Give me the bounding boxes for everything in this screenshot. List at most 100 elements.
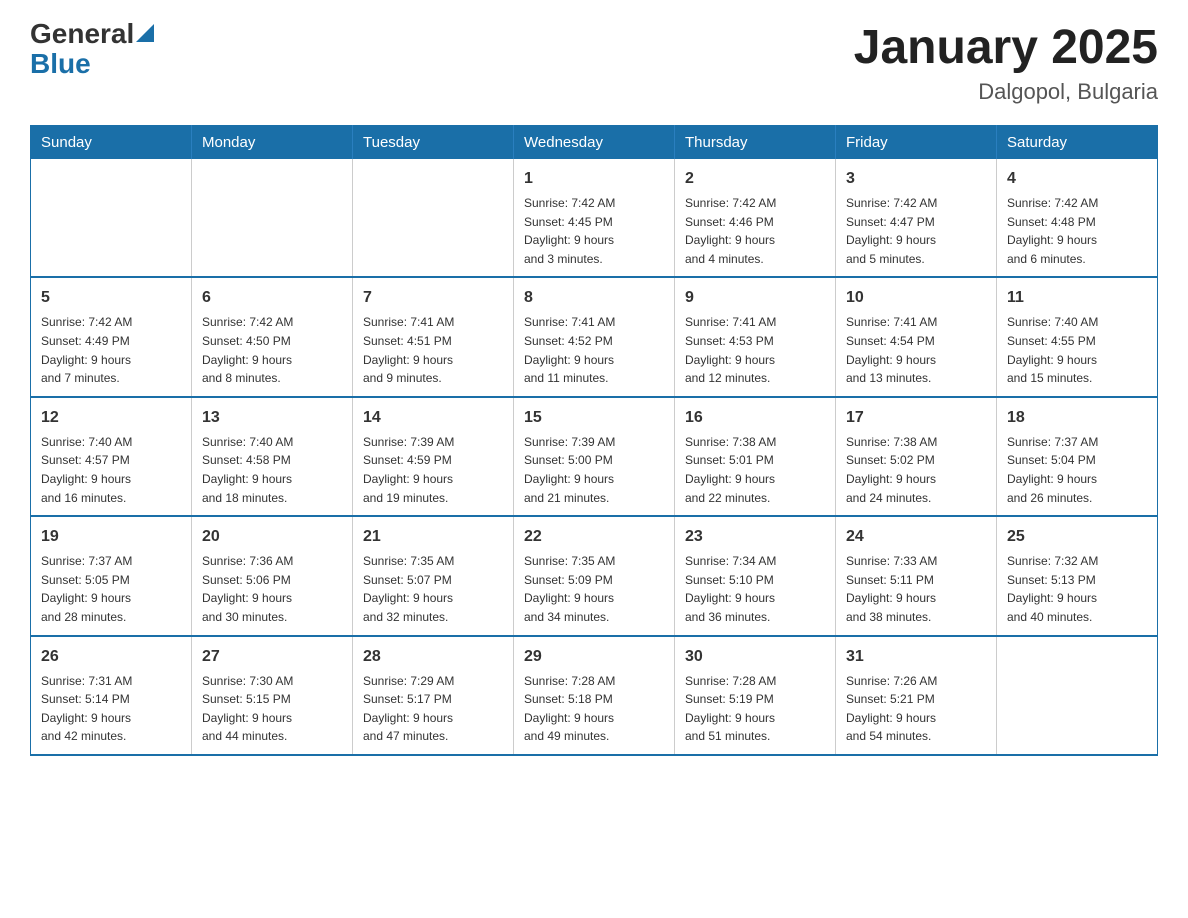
day-number: 12 bbox=[41, 406, 181, 430]
day-number: 15 bbox=[524, 406, 664, 430]
weekday-header-monday: Monday bbox=[192, 126, 353, 160]
day-info: Sunrise: 7:35 AM Sunset: 5:07 PM Dayligh… bbox=[363, 552, 503, 626]
day-number: 29 bbox=[524, 645, 664, 669]
day-info: Sunrise: 7:42 AM Sunset: 4:46 PM Dayligh… bbox=[685, 194, 825, 268]
calendar-cell: 13Sunrise: 7:40 AM Sunset: 4:58 PM Dayli… bbox=[192, 397, 353, 516]
calendar-cell: 30 Sunrise: 7:28 AM Sunset: 5:19 PM Dayli… bbox=[675, 636, 836, 755]
calendar-cell: 31 Sunrise: 7:26 AM Sunset: 5:21 PM Dayli… bbox=[836, 636, 997, 755]
day-number: 7 bbox=[363, 286, 503, 310]
day-number: 9 bbox=[685, 286, 825, 310]
calendar-cell: 21 Sunrise: 7:35 AM Sunset: 5:07 PM Dayli… bbox=[353, 516, 514, 635]
calendar-cell: 15 Sunrise: 7:39 AM Sunset: 5:00 PM Dayli… bbox=[514, 397, 675, 516]
calendar-table: SundayMondayTuesdayWednesdayThursdayFrid… bbox=[30, 125, 1158, 756]
weekday-header-thursday: Thursday bbox=[675, 126, 836, 160]
weekday-header-friday: Friday bbox=[836, 126, 997, 160]
calendar-cell: 24 Sunrise: 7:33 AM Sunset: 5:11 PM Dayli… bbox=[836, 516, 997, 635]
day-info: Sunrise: 7:31 AM Sunset: 5:14 PM Dayligh… bbox=[41, 672, 181, 746]
weekday-header-row: SundayMondayTuesdayWednesdayThursdayFrid… bbox=[31, 126, 1158, 160]
day-info: Sunrise: 7:42 AM Sunset: 4:49 PM Dayligh… bbox=[41, 313, 181, 387]
day-info: Sunrise: 7:29 AM Sunset: 5:17 PM Dayligh… bbox=[363, 672, 503, 746]
calendar-cell bbox=[192, 159, 353, 277]
day-info: Sunrise: 7:41 AM Sunset: 4:52 PM Dayligh… bbox=[524, 313, 664, 387]
title-block: January 2025 Dalgopol, Bulgaria bbox=[854, 20, 1158, 105]
day-number: 24 bbox=[846, 525, 986, 549]
calendar-cell: 25 Sunrise: 7:32 AM Sunset: 5:13 PM Dayli… bbox=[997, 516, 1158, 635]
day-number: 30 bbox=[685, 645, 825, 669]
weekday-header-wednesday: Wednesday bbox=[514, 126, 675, 160]
calendar-subtitle: Dalgopol, Bulgaria bbox=[854, 79, 1158, 105]
day-info: Sunrise: 7:36 AM Sunset: 5:06 PM Dayligh… bbox=[202, 552, 342, 626]
calendar-cell bbox=[997, 636, 1158, 755]
calendar-cell: 14 Sunrise: 7:39 AM Sunset: 4:59 PM Dayli… bbox=[353, 397, 514, 516]
day-number: 1 bbox=[524, 167, 664, 191]
calendar-week-row: 5 Sunrise: 7:42 AM Sunset: 4:49 PM Daylig… bbox=[31, 277, 1158, 396]
logo-triangle-icon bbox=[136, 24, 154, 42]
calendar-cell: 27Sunrise: 7:30 AM Sunset: 5:15 PM Dayli… bbox=[192, 636, 353, 755]
calendar-cell: 22Sunrise: 7:35 AM Sunset: 5:09 PM Dayli… bbox=[514, 516, 675, 635]
day-number: 8 bbox=[524, 286, 664, 310]
calendar-cell: 2 Sunrise: 7:42 AM Sunset: 4:46 PM Daylig… bbox=[675, 159, 836, 277]
weekday-header-saturday: Saturday bbox=[997, 126, 1158, 160]
day-info: Sunrise: 7:41 AM Sunset: 4:54 PM Dayligh… bbox=[846, 313, 986, 387]
day-number: 16 bbox=[685, 406, 825, 430]
day-info: Sunrise: 7:38 AM Sunset: 5:02 PM Dayligh… bbox=[846, 433, 986, 507]
day-info: Sunrise: 7:28 AM Sunset: 5:19 PM Dayligh… bbox=[685, 672, 825, 746]
day-number: 31 bbox=[846, 645, 986, 669]
day-info: Sunrise: 7:33 AM Sunset: 5:11 PM Dayligh… bbox=[846, 552, 986, 626]
logo: General Blue bbox=[30, 20, 154, 80]
calendar-cell: 20 Sunrise: 7:36 AM Sunset: 5:06 PM Dayli… bbox=[192, 516, 353, 635]
calendar-cell: 6 Sunrise: 7:42 AM Sunset: 4:50 PM Daylig… bbox=[192, 277, 353, 396]
calendar-cell bbox=[31, 159, 192, 277]
day-number: 11 bbox=[1007, 286, 1147, 310]
day-number: 25 bbox=[1007, 525, 1147, 549]
day-info: Sunrise: 7:39 AM Sunset: 4:59 PM Dayligh… bbox=[363, 433, 503, 507]
calendar-cell bbox=[353, 159, 514, 277]
day-number: 5 bbox=[41, 286, 181, 310]
calendar-cell: 10Sunrise: 7:41 AM Sunset: 4:54 PM Dayli… bbox=[836, 277, 997, 396]
calendar-cell: 1 Sunrise: 7:42 AM Sunset: 4:45 PM Daylig… bbox=[514, 159, 675, 277]
calendar-title: January 2025 bbox=[854, 20, 1158, 75]
calendar-cell: 11Sunrise: 7:40 AM Sunset: 4:55 PM Dayli… bbox=[997, 277, 1158, 396]
calendar-week-row: 1 Sunrise: 7:42 AM Sunset: 4:45 PM Daylig… bbox=[31, 159, 1158, 277]
logo-general-text: General bbox=[30, 20, 134, 48]
day-number: 19 bbox=[41, 525, 181, 549]
logo-blue-text: Blue bbox=[30, 48, 91, 79]
day-info: Sunrise: 7:41 AM Sunset: 4:53 PM Dayligh… bbox=[685, 313, 825, 387]
day-number: 2 bbox=[685, 167, 825, 191]
day-info: Sunrise: 7:42 AM Sunset: 4:45 PM Dayligh… bbox=[524, 194, 664, 268]
day-number: 13 bbox=[202, 406, 342, 430]
day-number: 23 bbox=[685, 525, 825, 549]
day-info: Sunrise: 7:26 AM Sunset: 5:21 PM Dayligh… bbox=[846, 672, 986, 746]
calendar-cell: 3Sunrise: 7:42 AM Sunset: 4:47 PM Daylig… bbox=[836, 159, 997, 277]
day-info: Sunrise: 7:39 AM Sunset: 5:00 PM Dayligh… bbox=[524, 433, 664, 507]
day-number: 3 bbox=[846, 167, 986, 191]
day-number: 17 bbox=[846, 406, 986, 430]
day-info: Sunrise: 7:37 AM Sunset: 5:04 PM Dayligh… bbox=[1007, 433, 1147, 507]
calendar-cell: 7Sunrise: 7:41 AM Sunset: 4:51 PM Daylig… bbox=[353, 277, 514, 396]
day-info: Sunrise: 7:42 AM Sunset: 4:48 PM Dayligh… bbox=[1007, 194, 1147, 268]
calendar-cell: 23 Sunrise: 7:34 AM Sunset: 5:10 PM Dayli… bbox=[675, 516, 836, 635]
calendar-body: 1 Sunrise: 7:42 AM Sunset: 4:45 PM Daylig… bbox=[31, 159, 1158, 755]
calendar-header: SundayMondayTuesdayWednesdayThursdayFrid… bbox=[31, 126, 1158, 160]
calendar-cell: 29Sunrise: 7:28 AM Sunset: 5:18 PM Dayli… bbox=[514, 636, 675, 755]
calendar-cell: 26 Sunrise: 7:31 AM Sunset: 5:14 PM Dayli… bbox=[31, 636, 192, 755]
weekday-header-tuesday: Tuesday bbox=[353, 126, 514, 160]
day-info: Sunrise: 7:40 AM Sunset: 4:57 PM Dayligh… bbox=[41, 433, 181, 507]
day-number: 26 bbox=[41, 645, 181, 669]
calendar-cell: 18Sunrise: 7:37 AM Sunset: 5:04 PM Dayli… bbox=[997, 397, 1158, 516]
day-number: 21 bbox=[363, 525, 503, 549]
day-number: 14 bbox=[363, 406, 503, 430]
day-info: Sunrise: 7:34 AM Sunset: 5:10 PM Dayligh… bbox=[685, 552, 825, 626]
calendar-cell: 8 Sunrise: 7:41 AM Sunset: 4:52 PM Daylig… bbox=[514, 277, 675, 396]
calendar-week-row: 19 Sunrise: 7:37 AM Sunset: 5:05 PM Dayli… bbox=[31, 516, 1158, 635]
day-number: 20 bbox=[202, 525, 342, 549]
day-info: Sunrise: 7:42 AM Sunset: 4:50 PM Dayligh… bbox=[202, 313, 342, 387]
day-number: 22 bbox=[524, 525, 664, 549]
calendar-cell: 17 Sunrise: 7:38 AM Sunset: 5:02 PM Dayli… bbox=[836, 397, 997, 516]
calendar-cell: 5 Sunrise: 7:42 AM Sunset: 4:49 PM Daylig… bbox=[31, 277, 192, 396]
day-number: 6 bbox=[202, 286, 342, 310]
day-info: Sunrise: 7:32 AM Sunset: 5:13 PM Dayligh… bbox=[1007, 552, 1147, 626]
calendar-cell: 16Sunrise: 7:38 AM Sunset: 5:01 PM Dayli… bbox=[675, 397, 836, 516]
day-info: Sunrise: 7:37 AM Sunset: 5:05 PM Dayligh… bbox=[41, 552, 181, 626]
calendar-cell: 4Sunrise: 7:42 AM Sunset: 4:48 PM Daylig… bbox=[997, 159, 1158, 277]
